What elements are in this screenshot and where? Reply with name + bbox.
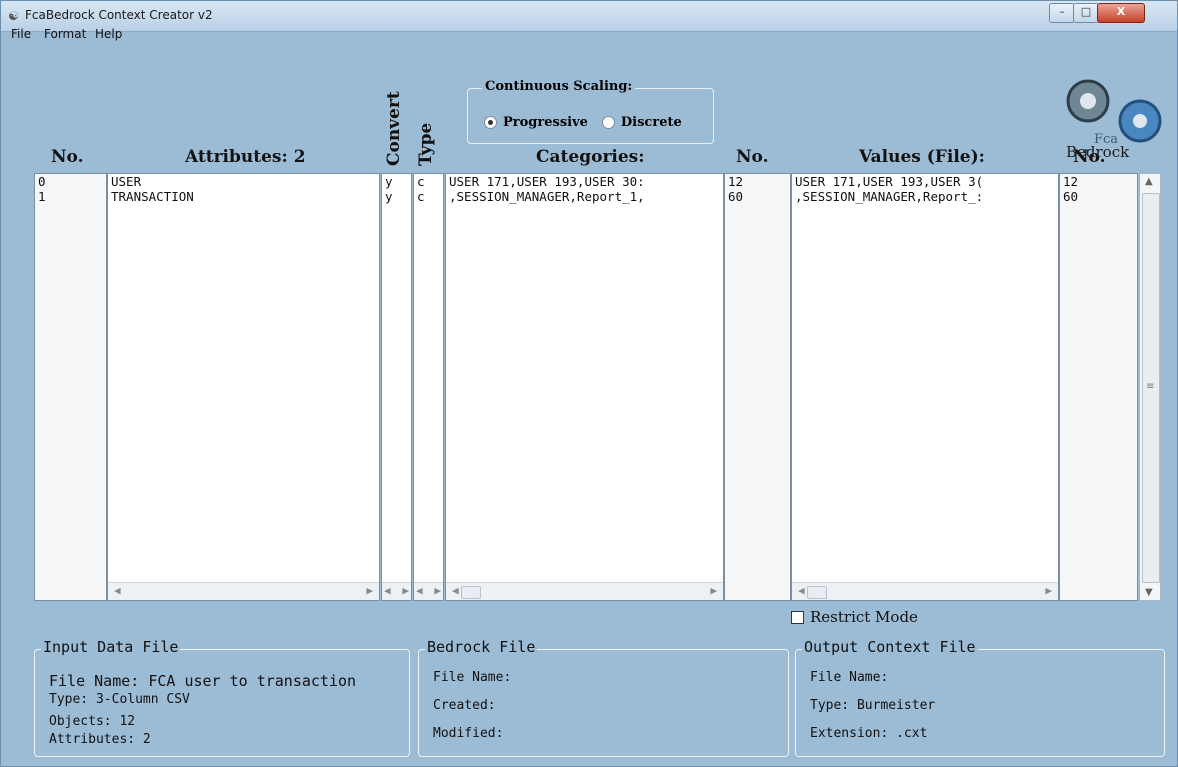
menu-help[interactable]: Help	[95, 27, 122, 41]
categories-count-pane: 12 60	[724, 173, 791, 601]
list-item[interactable]: y	[382, 189, 411, 204]
output-context-file-legend: Output Context File	[802, 638, 978, 656]
input-file-attributes: Attributes: 2	[49, 732, 151, 747]
restrict-mode-checkbox[interactable]	[791, 610, 804, 624]
main-window: ☯ FcaBedrock Context Creator v2 – □ X Fi…	[0, 0, 1178, 767]
list-item: 60	[728, 189, 744, 204]
attributes-pane[interactable]: USER TRANSACTION ◀ ▶	[107, 173, 380, 601]
categories-hscrollbar[interactable]: ◀ ▶	[446, 582, 723, 600]
list-item[interactable]: USER 171,USER 193,USER 30:	[446, 174, 723, 189]
header-no-left: No.	[51, 147, 84, 167]
progressive-radio[interactable]	[484, 116, 497, 129]
continuous-scaling-group: Continuous Scaling: Progressive Discrete	[467, 79, 714, 144]
scroll-left-icon[interactable]: ◀	[798, 584, 805, 597]
scroll-right-icon[interactable]: ▶	[1045, 584, 1052, 597]
type-pane[interactable]: c c ◀ ▶	[413, 173, 444, 601]
input-data-file-legend: Input Data File	[41, 638, 181, 656]
list-item[interactable]: ,SESSION_MANAGER,Report_:	[792, 189, 1058, 204]
bedrock-file-modified: Modified:	[433, 726, 504, 741]
scroll-left-icon[interactable]: ◀	[452, 584, 459, 597]
attributes-hscrollbar[interactable]: ◀ ▶	[108, 582, 379, 600]
discrete-label[interactable]: Discrete	[621, 115, 682, 130]
bedrock-file-legend: Bedrock File	[425, 638, 538, 656]
list-item: 12	[728, 174, 744, 189]
grip-icon: ≡	[1146, 381, 1155, 392]
list-item[interactable]: c	[414, 174, 443, 189]
input-file-type: Type: 3-Column CSV	[49, 692, 190, 707]
menu-format[interactable]: Format	[44, 27, 86, 41]
header-type: Type	[416, 122, 436, 166]
menu-file[interactable]: File	[11, 27, 31, 41]
header-convert: Convert	[384, 91, 404, 166]
restrict-mode-label[interactable]: Restrict Mode	[810, 608, 918, 626]
header-categories: Categories:	[536, 147, 645, 167]
header-no-mid: No.	[736, 147, 769, 167]
convert-hscrollbar[interactable]: ◀ ▶	[382, 582, 411, 600]
fcabedrock-logo: Fca Bedrock	[1066, 79, 1162, 161]
restrict-mode-option[interactable]: Restrict Mode	[791, 608, 918, 626]
logo-text-bottom: Bedrock	[1066, 143, 1130, 161]
scroll-thumb[interactable]	[807, 586, 827, 599]
scroll-left-icon[interactable]: ◀	[114, 584, 121, 597]
output-file-extension: Extension: .cxt	[810, 726, 928, 741]
list-item[interactable]: TRANSACTION	[108, 189, 379, 204]
header-values: Values (File):	[859, 147, 985, 167]
header-attributes: Attributes: 2	[185, 147, 306, 167]
title-bar: ☯ FcaBedrock Context Creator v2 – □ X	[1, 1, 1177, 32]
scroll-right-icon[interactable]: ▶	[402, 584, 409, 597]
categories-pane[interactable]: USER 171,USER 193,USER 30: ,SESSION_MANA…	[445, 173, 724, 601]
scroll-right-icon[interactable]: ▶	[366, 584, 373, 597]
window-title: FcaBedrock Context Creator v2	[25, 8, 213, 22]
scroll-left-icon[interactable]: ◀	[384, 584, 391, 597]
bedrock-file-name: File Name:	[433, 670, 512, 685]
no-column-pane[interactable]: 0 1	[34, 173, 107, 601]
main-vscrollbar[interactable]: ▲ ≡ ▼	[1139, 173, 1161, 601]
input-data-file-group: Input Data File File Name: FCA user to t…	[34, 638, 410, 757]
list-item[interactable]: y	[382, 174, 411, 189]
progressive-label[interactable]: Progressive	[503, 115, 588, 130]
list-item[interactable]: ,SESSION_MANAGER,Report_1,	[446, 189, 723, 204]
input-file-objects: Objects: 12	[49, 714, 136, 729]
output-file-type: Type: Burmeister	[810, 698, 936, 713]
app-icon: ☯	[8, 9, 19, 23]
type-hscrollbar[interactable]: ◀ ▶	[414, 582, 443, 600]
close-button[interactable]: X	[1097, 3, 1145, 23]
list-item: 12	[1063, 174, 1079, 189]
list-item[interactable]: USER	[108, 174, 379, 189]
list-item[interactable]: c	[414, 189, 443, 204]
list-item[interactable]: USER 171,USER 193,USER 3(	[792, 174, 1058, 189]
values-pane[interactable]: USER 171,USER 193,USER 3( ,SESSION_MANAG…	[791, 173, 1059, 601]
values-count-pane: 12 60	[1059, 173, 1138, 601]
scroll-right-icon[interactable]: ▶	[710, 584, 717, 597]
scroll-up-icon[interactable]: ▲	[1145, 176, 1153, 187]
values-hscrollbar[interactable]: ◀ ▶	[792, 582, 1058, 600]
list-item: 60	[1063, 189, 1079, 204]
bedrock-file-created: Created:	[433, 698, 496, 713]
list-item: 1	[38, 189, 46, 204]
maximize-button[interactable]: □	[1073, 3, 1099, 23]
scroll-right-icon[interactable]: ▶	[434, 584, 441, 597]
output-file-name: File Name:	[810, 670, 889, 685]
continuous-scaling-legend: Continuous Scaling:	[482, 79, 636, 94]
list-item: 0	[38, 174, 46, 189]
scroll-thumb[interactable]	[461, 586, 481, 599]
convert-pane[interactable]: y y ◀ ▶	[381, 173, 412, 601]
discrete-radio[interactable]	[601, 116, 615, 129]
bedrock-file-group: Bedrock File File Name: Created: Modifie…	[418, 638, 789, 757]
scroll-left-icon[interactable]: ◀	[416, 584, 423, 597]
scroll-down-icon[interactable]: ▼	[1145, 587, 1153, 598]
output-context-file-group: Output Context File File Name: Type: Bur…	[795, 638, 1165, 757]
minimize-button[interactable]: –	[1049, 3, 1075, 23]
input-file-name: File Name: FCA user to transaction	[49, 672, 357, 690]
